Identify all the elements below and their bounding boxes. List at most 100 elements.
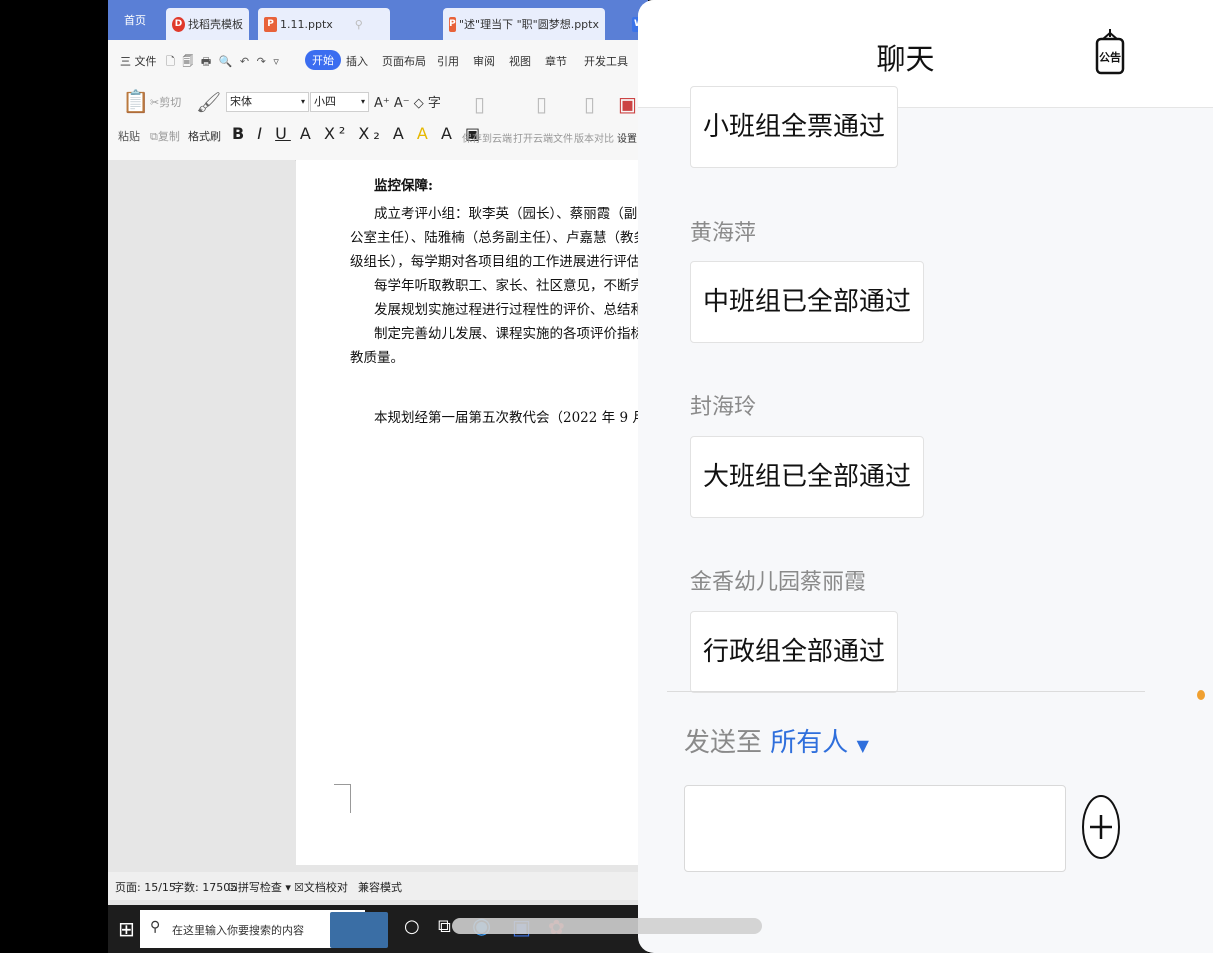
menu-review[interactable]: 审阅 xyxy=(473,53,495,69)
copy-label: 复制 xyxy=(157,130,180,143)
settings-icon[interactable]: ▣ xyxy=(618,92,637,116)
menu-insert[interactable]: 插入 xyxy=(346,53,368,69)
ppt-file-icon: P xyxy=(264,16,277,32)
proofread-label: 文档校对 xyxy=(303,881,348,894)
wps-menu-bar: 三 文件 🗋 🗐 🖶 🔍 ↶ ↷ ▿ 开始 插入 页面布局 引用 审阅 视图 章… xyxy=(108,40,648,82)
font-size-select[interactable]: 小四 ▾ xyxy=(310,92,369,112)
doc-line: 发展规划实施过程进行过程性的评价、总结和反思， xyxy=(374,302,648,318)
doc-line: 级组长），每学期对各项目组的工作进展进行评估。 xyxy=(350,254,648,270)
save-cloud-button[interactable]: 保存到云端 xyxy=(462,130,512,145)
search-highlight-image xyxy=(330,912,388,948)
doc-line: 本规划经第一届第五次教代会（2022 年 9 月）审议通 xyxy=(374,410,648,426)
chevron-down-icon: ▾ xyxy=(360,97,365,106)
chat-message-bubble: 行政组全部通过 xyxy=(690,611,899,693)
font-size-value: 小四 xyxy=(314,95,336,108)
format-painter-icon[interactable]: 🖌 xyxy=(196,90,221,114)
tab-template-label: 找稻壳模板 xyxy=(188,18,243,31)
cut-label: 剪切 xyxy=(159,96,182,109)
checkbox-icon: ☑ xyxy=(228,881,238,894)
caret-down-icon[interactable]: ▼ xyxy=(857,736,869,755)
menu-view[interactable]: 视图 xyxy=(509,53,531,69)
wps-status-bar: 页面: 15/15 字数: 17505 ☑拼写检查 ▾ ☒文档校对 兼容模式 xyxy=(108,872,648,900)
wps-ribbon: 📋 粘贴 ✂剪切 ⧉复制 🖌 格式刷 宋体 ▾ 小四 ▾ A⁺ A⁻ ◇ 字 B I… xyxy=(108,82,648,161)
taskbar-search-placeholder: 在这里输入你要搜索的内容 xyxy=(172,924,304,937)
chat-title: 聊天 xyxy=(876,42,935,76)
open-cloud-button[interactable]: 打开云端文件 xyxy=(513,130,573,145)
cut-button[interactable]: ✂剪切 xyxy=(150,94,181,110)
copy-icon: ⧉ xyxy=(150,130,158,143)
doc-heading: 监控保障: xyxy=(374,178,433,194)
copy-button[interactable]: ⧉复制 xyxy=(150,128,180,144)
tab-file-1[interactable]: P 1.11.pptx ⚲ xyxy=(258,8,390,40)
chat-sender-name: 封海玲 xyxy=(690,395,757,420)
cloud-open-icon[interactable]: ▯ xyxy=(536,92,547,116)
page-counter: 页面: 15/15 xyxy=(115,881,176,894)
send-to-row[interactable]: 发送至 所有人 ▼ xyxy=(684,722,869,759)
tab-template[interactable]: D 找稻壳模板 xyxy=(166,8,249,40)
chat-sender-name: 金香幼儿园蔡丽霞 xyxy=(690,570,867,595)
font-grow-shrink-icons[interactable]: A⁺ A⁻ ◇ 字 xyxy=(374,92,441,111)
send-to-label: 发送至 xyxy=(684,728,763,758)
font-name-value: 宋体 xyxy=(230,95,252,108)
doc-line: 每学年听取教职工、家长、社区意见，不断完善跟进 xyxy=(374,278,648,294)
quick-access-icons[interactable]: 🗋 🗐 🖶 🔍 ↶ ↷ ▿ xyxy=(166,53,281,72)
chat-message-bubble: 大班组已全部通过 xyxy=(690,436,925,518)
message-input[interactable] xyxy=(684,785,1066,872)
compat-mode: 兼容模式 xyxy=(358,881,402,894)
menu-start[interactable]: 开始 xyxy=(305,50,341,70)
spell-check-label: 拼写检查 xyxy=(237,881,282,894)
menu-layout[interactable]: 页面布局 xyxy=(382,53,426,69)
document-page[interactable]: 监控保障: 成立考评小组：耿李英（园长）、蔡丽霞（副园长） 公室主任）、陆雅楠（… xyxy=(296,160,648,865)
docer-icon: D xyxy=(172,16,185,32)
home-indicator[interactable] xyxy=(452,918,762,934)
chat-divider xyxy=(667,691,1145,692)
version-compare-button[interactable]: 版本对比 xyxy=(574,130,614,145)
text-format-icons[interactable]: B I U A X² X₂ A A A ▣ xyxy=(232,124,484,143)
doc-line: 教质量。 xyxy=(350,350,404,366)
windows-start-icon[interactable]: ⊞ xyxy=(118,917,135,941)
tab-home-label: 首页 xyxy=(124,14,146,27)
cortana-icon[interactable]: ○ xyxy=(404,916,420,937)
menu-chapter[interactable]: 章节 xyxy=(545,53,567,69)
tab-file-1-label: 1.11.pptx xyxy=(280,17,333,31)
font-name-select[interactable]: 宋体 ▾ xyxy=(226,92,309,112)
version-compare-icon[interactable]: ▯ xyxy=(584,92,595,116)
tab-file-2[interactable]: P "述"理当下 "职"圆梦想.pptx xyxy=(443,8,605,40)
chevron-down-icon: ▾ xyxy=(300,97,305,106)
menu-reference[interactable]: 引用 xyxy=(437,53,459,69)
chat-panel: 聊天 公告 小班组全票通过 黄海萍 中班组已全部通过 封海玲 大班组已全部通过 … xyxy=(638,0,1213,953)
proofread-button[interactable]: ☒文档校对 xyxy=(294,879,348,895)
format-painter-button[interactable]: 格式刷 xyxy=(188,128,221,144)
doc-left-margin: 🗎 xyxy=(108,160,313,865)
task-view-icon[interactable]: ⧉ xyxy=(438,916,451,937)
shared-screen-wps: 首页 D 找稻壳模板 P 1.11.pptx ⚲ P "述"理当下 "职"圆梦想… xyxy=(108,0,648,953)
notice-button[interactable]: 公告 xyxy=(1095,27,1125,75)
menu-devtools[interactable]: 开发工具 xyxy=(584,53,628,69)
settings-button[interactable]: 设置 xyxy=(617,130,637,145)
tab-file-2-label: "述"理当下 "职"圆梦想.pptx xyxy=(458,18,599,31)
doc-line: 公室主任）、陆雅楠（总务副主任）、卢嘉慧（教务副主 xyxy=(350,230,648,246)
taskbar-search[interactable]: ⚲ 在这里输入你要搜索的内容 xyxy=(140,910,388,948)
scissors-icon: ✂ xyxy=(150,96,160,109)
paste-icon[interactable]: 📋 xyxy=(122,90,149,115)
proof-icon: ☒ xyxy=(294,881,304,894)
add-button[interactable] xyxy=(1082,795,1120,859)
search-icon: ⚲ xyxy=(150,919,161,935)
pin-icon[interactable]: ⚲ xyxy=(355,18,363,31)
wps-tab-bar: 首页 D 找稻壳模板 P 1.11.pptx ⚲ P "述"理当下 "职"圆梦想… xyxy=(108,0,648,40)
chat-message-bubble: 小班组全票通过 xyxy=(690,86,899,168)
page-corner-mark xyxy=(334,784,351,813)
doc-line: 成立考评小组：耿李英（园长）、蔡丽霞（副园长） xyxy=(374,206,648,222)
doc-line: 制定完善幼儿发展、课程实施的各项评价指标，定期 xyxy=(374,326,648,342)
plus-circle-icon xyxy=(1082,795,1120,859)
paste-button[interactable]: 粘贴 xyxy=(118,128,140,144)
cloud-save-icon[interactable]: ▯ xyxy=(474,92,485,116)
chat-message-bubble: 中班组已全部通过 xyxy=(690,261,925,343)
menu-file[interactable]: 三 文件 xyxy=(120,53,157,69)
notification-dot xyxy=(1197,690,1205,700)
spell-check-button[interactable]: ☑拼写检查 ▾ xyxy=(228,879,291,895)
ppt-file-icon: P xyxy=(449,16,456,32)
tab-home[interactable]: 首页 xyxy=(124,6,146,34)
notice-label: 公告 xyxy=(1099,51,1121,64)
send-to-target[interactable]: 所有人 xyxy=(770,728,848,758)
